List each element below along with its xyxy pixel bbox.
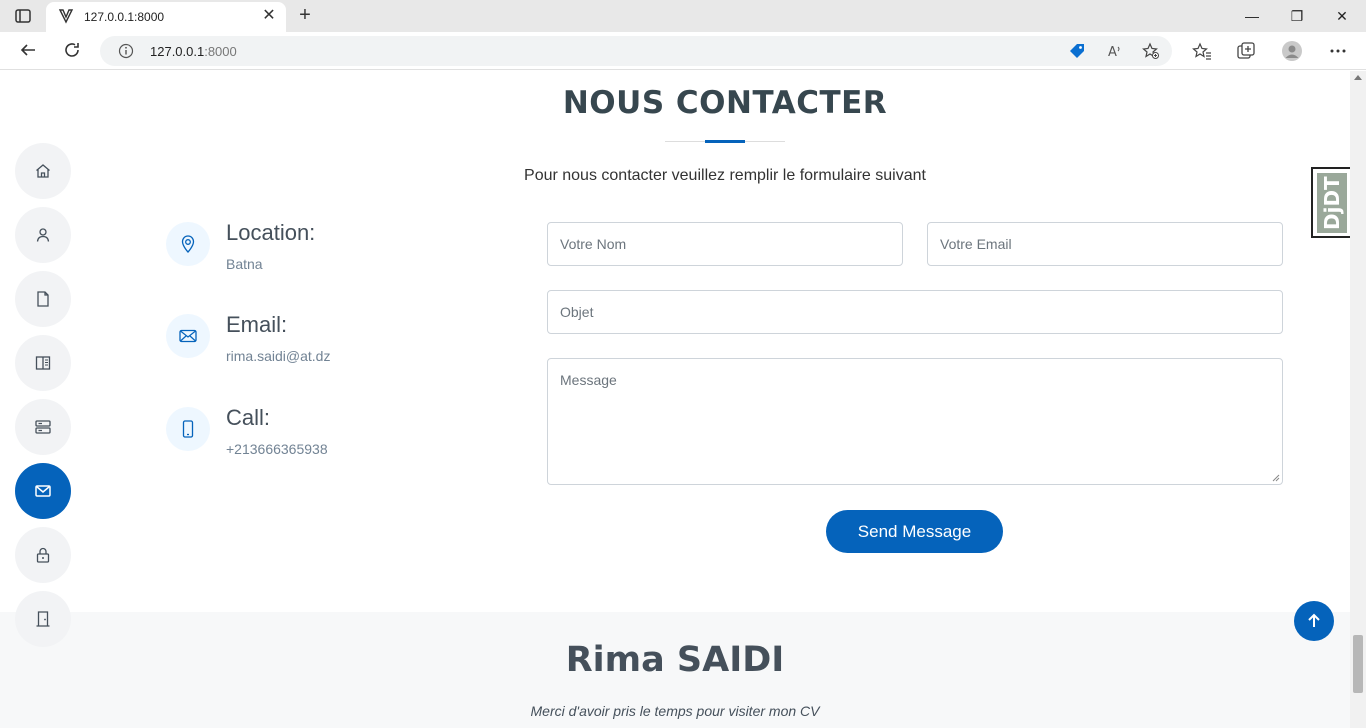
browser-toolbar: 127.0.0.1:8000 A	[0, 32, 1366, 70]
profile-avatar-icon[interactable]	[1282, 41, 1302, 61]
title-accent-bar	[705, 140, 745, 143]
call-label: Call:	[226, 405, 271, 430]
email-label: Email:	[226, 312, 288, 337]
nav-portfolio[interactable]	[15, 335, 71, 391]
back-arrow-icon	[20, 44, 35, 56]
footer: Rima SAIDI Merci d'avoir pris le temps p…	[0, 612, 1350, 728]
new-tab-button[interactable]: +	[294, 4, 316, 26]
door-icon	[36, 611, 50, 627]
section-title: NOUS CONTACTER	[562, 85, 888, 121]
back-to-top-button[interactable]	[1294, 601, 1334, 641]
svg-text:A: A	[1108, 45, 1117, 60]
name-input[interactable]: Votre Nom	[547, 222, 903, 266]
scroll-up-arrow-icon[interactable]	[1354, 75, 1362, 80]
nav-services[interactable]	[15, 399, 71, 455]
browser-tab-bar: 127.0.0.1:8000 ✕ + — ❐ ✕	[0, 0, 1366, 32]
nav-contact[interactable]	[15, 463, 71, 519]
address-bar[interactable]: 127.0.0.1:8000 A	[100, 36, 1172, 66]
message-placeholder: Message	[560, 372, 617, 388]
nav-about[interactable]	[15, 207, 71, 263]
file-icon	[37, 291, 49, 307]
location-label: Location:	[226, 220, 316, 245]
minimize-button[interactable]: —	[1240, 4, 1264, 28]
nav-logout[interactable]	[15, 591, 71, 647]
resize-handle-icon[interactable]	[1272, 474, 1280, 482]
location-pin-icon	[166, 222, 210, 266]
subject-input[interactable]: Objet	[547, 290, 1283, 334]
browser-tab[interactable]: 127.0.0.1:8000 ✕	[46, 2, 286, 32]
call-value: +213666365938	[226, 441, 328, 457]
section-subtitle: Pour nous contacter veuillez remplir le …	[524, 167, 926, 184]
restore-button[interactable]: ❐	[1285, 4, 1309, 28]
footer-text: Merci d'avoir pris le temps pour visiter…	[530, 703, 820, 719]
person-icon	[36, 228, 50, 242]
read-aloud-icon[interactable]: A	[1106, 42, 1124, 60]
url-text: 127.0.0.1:8000	[150, 44, 237, 59]
collections-icon[interactable]	[1236, 41, 1256, 61]
envelope-icon	[35, 485, 51, 497]
send-message-button[interactable]: Send Message	[826, 510, 1003, 553]
nav-home[interactable]	[15, 143, 71, 199]
reload-button[interactable]	[61, 40, 83, 62]
location-value: Batna	[226, 256, 263, 272]
reload-icon	[65, 43, 79, 57]
site-info-icon[interactable]	[118, 43, 134, 59]
tab-title: 127.0.0.1:8000	[84, 10, 165, 24]
footer-name: Rima SAIDI	[565, 640, 785, 680]
debug-toolbar-handle[interactable]: DjDT	[1311, 167, 1350, 238]
url-port: :8000	[204, 44, 237, 59]
tab-actions-icon[interactable]	[14, 7, 32, 25]
email-placeholder: Votre Email	[940, 236, 1012, 252]
phone-icon	[166, 407, 210, 451]
scrollbar-thumb[interactable]	[1353, 635, 1363, 693]
close-window-button[interactable]: ✕	[1330, 4, 1354, 28]
subject-placeholder: Objet	[560, 304, 594, 320]
nav-resume[interactable]	[15, 271, 71, 327]
nav-login[interactable]	[15, 527, 71, 583]
server-icon	[35, 420, 51, 434]
url-host: 127.0.0.1	[150, 44, 205, 59]
envelope-icon	[166, 314, 210, 358]
back-button[interactable]	[17, 40, 39, 62]
more-menu-icon[interactable]	[1328, 41, 1348, 61]
page-content: NOUS CONTACTER Pour nous contacter veuil…	[0, 71, 1350, 728]
page-scrollbar[interactable]	[1350, 71, 1366, 728]
close-tab-icon[interactable]: ✕	[260, 7, 278, 25]
home-icon	[36, 164, 50, 178]
shopping-tag-icon[interactable]	[1068, 42, 1086, 60]
email-input[interactable]: Votre Email	[927, 222, 1283, 266]
lock-icon	[36, 547, 50, 563]
message-textarea[interactable]: Message	[547, 358, 1283, 485]
debug-toolbar-label: DjDT	[1317, 173, 1347, 233]
email-value: rima.saidi@at.dz	[226, 348, 331, 364]
site-favicon-icon	[58, 9, 74, 24]
arrow-up-icon	[1308, 613, 1320, 627]
favorites-icon[interactable]	[1192, 41, 1212, 61]
name-placeholder: Votre Nom	[560, 236, 627, 252]
book-icon	[35, 356, 51, 370]
add-favorite-icon[interactable]	[1142, 42, 1160, 60]
